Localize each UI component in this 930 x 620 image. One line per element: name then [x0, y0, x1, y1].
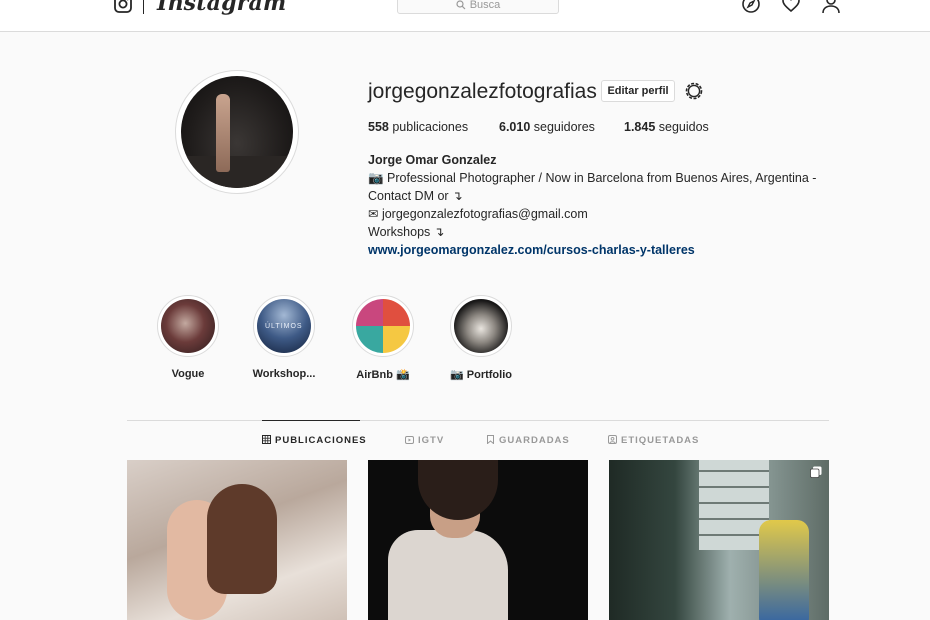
highlight-label: Workshop... [252, 368, 316, 380]
post-thumbnail[interactable] [609, 460, 829, 620]
tag-icon [608, 435, 617, 444]
edit-profile-button[interactable]: Editar perfil [601, 80, 675, 102]
highlight-airbnb[interactable]: AirBnb 📸 [338, 295, 428, 381]
highlight-cover [454, 299, 508, 353]
search-placeholder: Busca [469, 0, 501, 11]
tab-label: PUBLICACIONES [275, 435, 367, 446]
highlight-cover [161, 299, 215, 353]
following-count[interactable]: 1.845 seguidos [624, 120, 709, 134]
compass-icon[interactable] [741, 0, 761, 14]
search-icon [456, 0, 466, 10]
highlight-ring: ÚLTIMOS [253, 295, 315, 357]
bio-website-link[interactable]: www.jorgeomargonzalez.com/cursos-charlas… [368, 243, 695, 257]
following-count-value: 1.845 [624, 120, 656, 134]
post-thumbnail[interactable] [368, 460, 588, 620]
post-thumbnail[interactable] [127, 460, 347, 620]
followers-count[interactable]: 6.010 seguidores [499, 120, 595, 134]
tab-igtv[interactable]: IGTV [405, 435, 444, 446]
tab-label: ETIQUETADAS [621, 435, 700, 446]
avatar-photo-figure [216, 94, 230, 172]
tab-guardadas[interactable]: GUARDADAS [486, 435, 570, 446]
post-photo-hair [207, 484, 277, 594]
following-count-label: seguidos [658, 120, 709, 134]
highlight-ring [157, 295, 219, 357]
active-tab-indicator [262, 420, 360, 421]
top-navigation-bar: Instagram Busca [0, 0, 930, 32]
highlight-label: AirBnb 📸 [356, 369, 410, 381]
profile-username: jorgegonzalezfotografias [368, 80, 597, 103]
avatar-photo [181, 76, 293, 188]
highlight-workshop[interactable]: ÚLTIMOS Workshop... [239, 295, 329, 380]
tab-etiquetadas[interactable]: ETIQUETADAS [608, 435, 699, 446]
carousel-icon [810, 466, 822, 478]
posts-count-label: publicaciones [392, 120, 469, 134]
bio-line-workshops: Workshops ↴ [368, 225, 445, 239]
highlight-vogue[interactable]: Vogue [143, 295, 233, 380]
post-photo-bag [759, 520, 809, 620]
bio-line-description: 📷 Professional Photographer / Now in Bar… [368, 171, 817, 203]
bio-line-email: ✉ jorgegonzalezfotografias@gmail.com [368, 207, 588, 221]
gear-icon[interactable] [683, 80, 705, 102]
profile-avatar[interactable] [175, 70, 299, 194]
grid-icon [262, 435, 271, 444]
instagram-camera-icon[interactable] [113, 0, 133, 14]
igtv-icon [405, 436, 414, 444]
highlight-cover-text: ÚLTIMOS [265, 323, 303, 330]
logo-divider [143, 0, 144, 14]
profile-icon[interactable] [821, 0, 841, 14]
highlight-label: Vogue [171, 368, 205, 380]
posts-count-value: 558 [368, 120, 389, 134]
highlight-portfolio[interactable]: 📷 Portfolio [436, 295, 526, 381]
tab-label: GUARDADAS [499, 435, 570, 446]
highlight-ring [352, 295, 414, 357]
instagram-wordmark[interactable]: Instagram [157, 0, 286, 16]
tab-publicaciones[interactable]: PUBLICACIONES [262, 435, 367, 446]
followers-count-value: 6.010 [499, 120, 531, 134]
profile-bio: Jorge Omar Gonzalez 📷 Professional Photo… [368, 151, 828, 259]
search-input[interactable]: Busca [397, 0, 559, 14]
bookmark-icon [487, 435, 494, 444]
highlight-cover: ÚLTIMOS [257, 299, 311, 353]
tabs-divider [127, 420, 829, 421]
posts-count: 558 publicaciones [368, 120, 468, 134]
avatar-photo-floor [181, 156, 293, 188]
profile-full-name: Jorge Omar Gonzalez [368, 153, 497, 167]
tab-label: IGTV [418, 435, 445, 446]
highlight-cover [356, 299, 410, 353]
heart-icon[interactable] [781, 0, 801, 14]
highlight-ring [450, 295, 512, 357]
followers-count-label: seguidores [533, 120, 595, 134]
highlight-label: 📷 Portfolio [450, 369, 512, 381]
post-photo-shirt [388, 530, 508, 620]
